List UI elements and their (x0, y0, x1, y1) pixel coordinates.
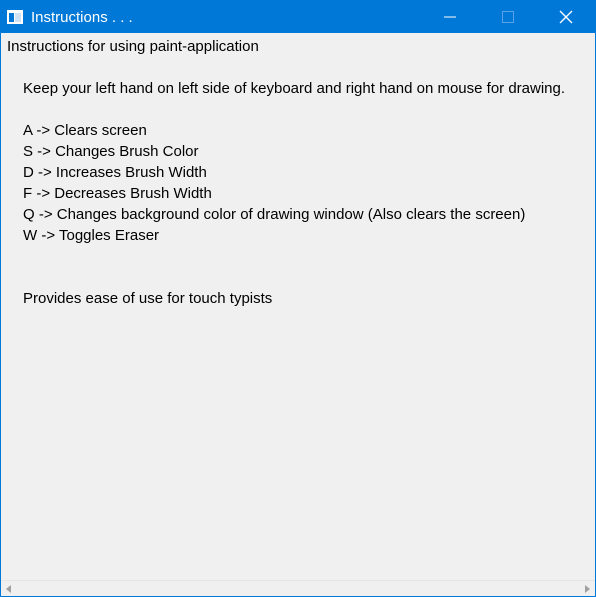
instructions-heading: Instructions for using paint-application (7, 38, 259, 55)
minimize-button[interactable] (421, 1, 479, 33)
window-controls (421, 1, 595, 33)
close-button[interactable] (537, 1, 595, 33)
shortcut-line: A -> Clears screen (23, 122, 147, 139)
maximize-button[interactable] (479, 1, 537, 33)
close-icon (559, 10, 573, 24)
shortcut-line: S -> Changes Brush Color (23, 143, 199, 160)
instructions-window: Instructions . . . Instructions for usin… (0, 0, 596, 597)
window-title: Instructions . . . (31, 8, 133, 26)
horizontal-scrollbar[interactable] (1, 580, 595, 596)
minimize-icon (444, 16, 456, 18)
scroll-right-icon[interactable] (582, 584, 592, 594)
instructions-content: Instructions for using paint-application… (1, 33, 595, 581)
window-icon (7, 9, 23, 25)
shortcut-line: Q -> Changes background color of drawing… (23, 206, 526, 223)
shortcut-line: D -> Increases Brush Width (23, 164, 207, 181)
title-bar[interactable]: Instructions . . . (1, 1, 595, 33)
shortcut-line: W -> Toggles Eraser (23, 227, 160, 244)
shortcut-line: F -> Decreases Brush Width (23, 185, 212, 202)
footer-text: Provides ease of use for touch typists (23, 290, 273, 307)
intro-text: Keep your left hand on left side of keyb… (23, 80, 566, 97)
scroll-left-icon[interactable] (4, 584, 14, 594)
maximize-icon (502, 11, 514, 23)
